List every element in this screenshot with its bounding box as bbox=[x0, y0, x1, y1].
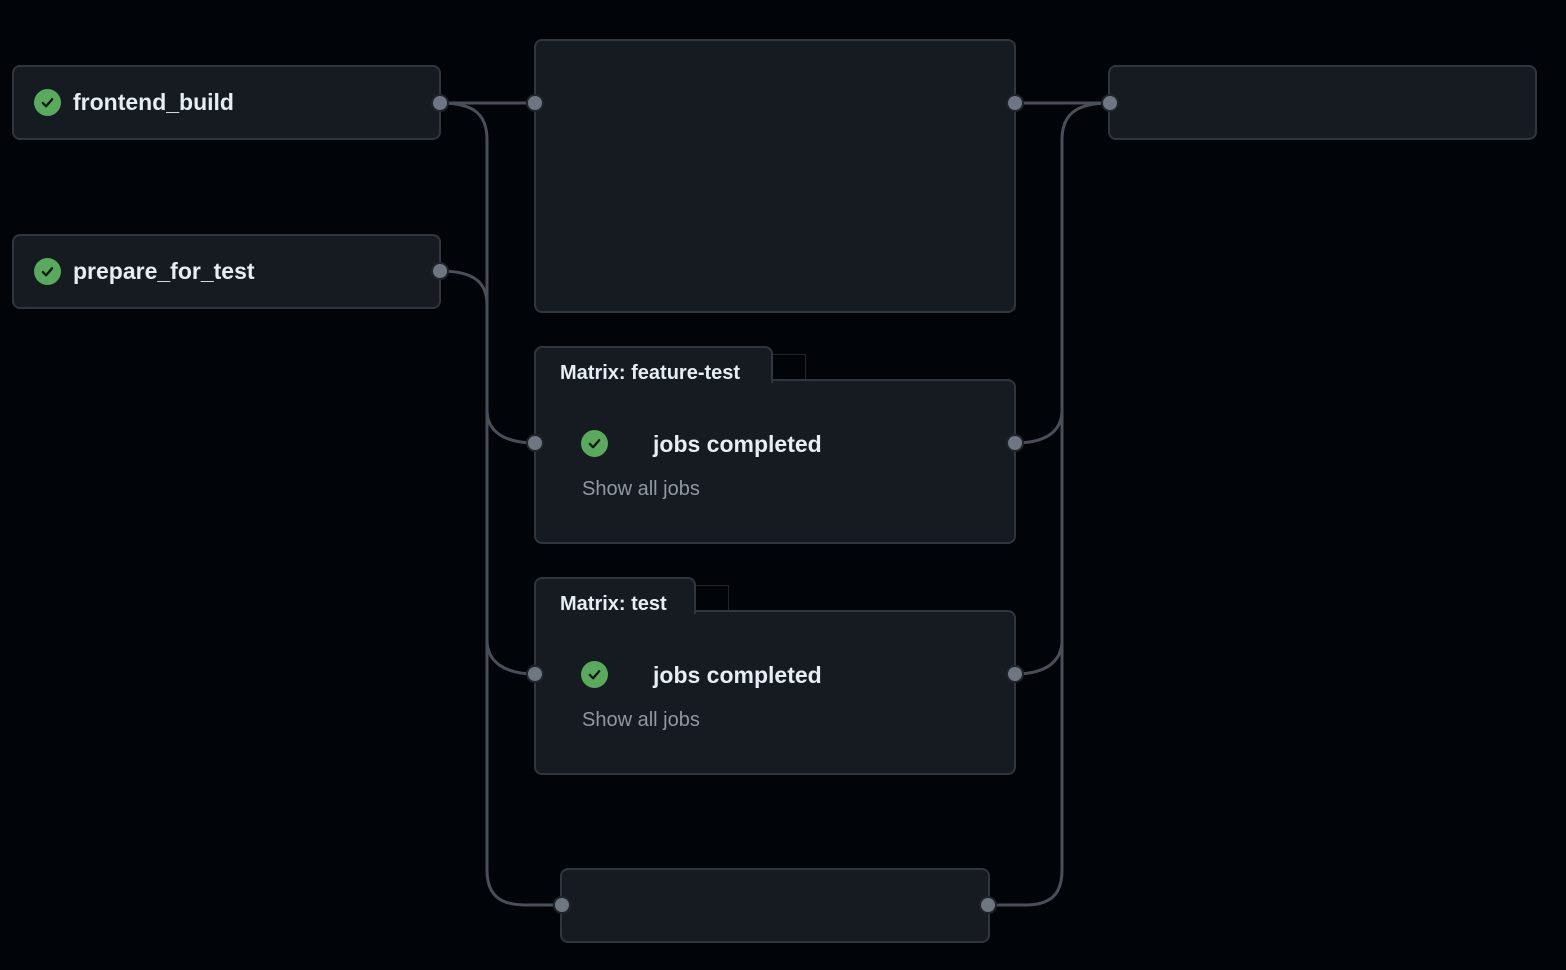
port-frontend-out bbox=[433, 96, 447, 110]
port-feature-out bbox=[1008, 436, 1022, 450]
job-card-prepare-for-test[interactable]: prepare_for_test bbox=[12, 234, 441, 309]
show-all-jobs-link[interactable]: Show all jobs bbox=[582, 709, 700, 732]
workflow-graph: frontend_build prepare_for_test Matrix: … bbox=[0, 0, 1566, 970]
job-card-frontend-build[interactable]: frontend_build bbox=[12, 65, 441, 140]
matrix-card-feature-test[interactable]: jobs completed Show all jobs bbox=[534, 379, 1016, 544]
matrix-summary: jobs completed bbox=[653, 431, 822, 457]
job-name: frontend_build bbox=[73, 89, 234, 115]
check-circle-icon bbox=[34, 258, 61, 285]
connector-feature-to-trunk bbox=[1014, 409, 1064, 445]
job-card-empty-large[interactable] bbox=[534, 39, 1016, 313]
port-large-out bbox=[1008, 96, 1022, 110]
matrix-tab-notch bbox=[695, 585, 729, 611]
matrix-card-test[interactable]: jobs completed Show all jobs bbox=[534, 610, 1016, 775]
port-feature-in bbox=[528, 436, 542, 450]
matrix-tab-feature-test: Matrix: feature-test bbox=[534, 346, 773, 384]
matrix-summary: jobs completed bbox=[653, 662, 822, 688]
port-test-out bbox=[1008, 667, 1022, 681]
port-right-in bbox=[1103, 96, 1117, 110]
connector-trunk-to-test bbox=[485, 639, 536, 676]
port-large-in bbox=[528, 96, 542, 110]
connector-prepare-trunk bbox=[439, 269, 489, 306]
matrix-tab-notch bbox=[772, 354, 806, 380]
job-name: prepare_for_test bbox=[73, 258, 255, 284]
matrix-tab-test: Matrix: test bbox=[534, 577, 696, 615]
port-prepare-out bbox=[433, 264, 447, 278]
show-all-jobs-link[interactable]: Show all jobs bbox=[582, 478, 700, 501]
check-circle-icon bbox=[581, 430, 608, 457]
port-bottom-in bbox=[555, 898, 569, 912]
job-card-empty-bottom[interactable] bbox=[560, 868, 990, 943]
connector-trunk-to-feature bbox=[485, 409, 536, 445]
check-circle-icon bbox=[581, 661, 608, 688]
connector-test-to-trunk bbox=[1014, 639, 1064, 676]
check-circle-icon bbox=[34, 89, 61, 116]
port-bottom-out bbox=[981, 898, 995, 912]
job-card-empty-right[interactable] bbox=[1108, 65, 1537, 140]
port-test-in bbox=[528, 667, 542, 681]
